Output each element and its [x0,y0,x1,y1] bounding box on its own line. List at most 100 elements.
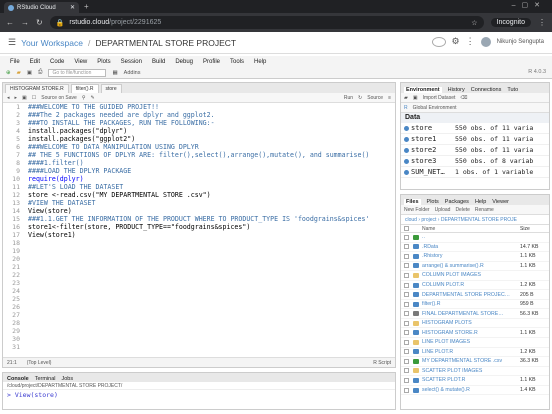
file-row[interactable]: FINAL DEPARTMENTAL STORE… 56.3 KB [401,309,549,319]
save-doc-icon[interactable]: ▣ [22,95,27,101]
file-checkbox[interactable] [404,272,409,278]
file-name[interactable]: COLUMN PLOT.R [422,282,520,288]
file-row[interactable]: HISTOGRAM STORE.R 1.1 KB [401,328,549,339]
file-name[interactable]: SCATTER PLOT.R [422,377,520,383]
file-row[interactable]: MY DEPARTMENTAL STORE .csv 36.3 KB [401,357,549,367]
tab-viewer[interactable]: Viewer [492,199,509,205]
browser-tab[interactable]: RStudio Cloud ✕ [4,2,79,13]
source-on-save-checkbox[interactable]: ☐ [32,95,36,101]
tab-history[interactable]: History [448,87,465,93]
file-row[interactable]: filter().R 959 B [401,300,549,310]
close-tab-icon[interactable]: ✕ [70,4,75,11]
code-line[interactable]: install.packages("ggplot2") [28,135,395,143]
print-icon[interactable]: ⎙ [38,69,42,76]
tab-help[interactable]: Help [475,199,486,205]
menu-edit[interactable]: Edit [30,59,40,65]
code-line[interactable]: View(store1) [28,231,395,239]
save-env-icon[interactable]: ▣ [413,95,418,101]
url-field[interactable]: 🔒 rstudio.cloud/project/2291625 ☆ [49,16,484,29]
code-line[interactable]: ##LET'S LOAD THE DATASET [28,183,395,191]
file-checkbox[interactable] [404,301,409,307]
menu-profile[interactable]: Profile [203,59,220,65]
tab-tutorial[interactable]: Tuto [507,87,518,93]
col-name[interactable]: Name [422,226,520,232]
forward-arrow-icon[interactable]: ▸ [15,95,18,101]
code-line[interactable]: #VIEW THE DATASET [28,199,395,207]
rename-button[interactable]: Rename [475,207,494,213]
env-row[interactable]: store 550 obs. of 11 varia [401,123,549,134]
run-button[interactable]: Run [344,95,353,101]
code-line[interactable]: ####1.filter() [28,159,395,167]
file-name[interactable]: FINAL DEPARTMENTAL STORE… [422,311,520,317]
code-line[interactable]: ###WELCOME TO DATA MANIPULATION USING DP… [28,143,395,151]
select-all-checkbox[interactable] [404,226,409,231]
workspace-link[interactable]: Your Workspace [21,38,83,48]
menu-plots[interactable]: Plots [97,59,110,65]
file-row[interactable]: .Rhistory 1.1 KB [401,252,549,262]
back-icon[interactable]: ← [6,18,14,27]
upload-button[interactable]: Upload [435,207,451,213]
file-name[interactable]: .Rhistory [422,253,520,259]
file-name[interactable]: LINE PLOT IMAGES [422,339,520,345]
outline-icon[interactable]: ≡ [388,95,391,101]
code-line[interactable]: store <-read.csv("MY DEPARTMENTAL STORE … [28,191,395,199]
editor-tab-filter[interactable]: filter().R [70,84,99,93]
file-checkbox[interactable] [404,368,409,374]
file-row[interactable]: DEPARTMENTAL STORE PROJEC… 205 B [401,290,549,300]
file-checkbox[interactable] [404,292,409,298]
file-row[interactable]: COLUMN PLOT IMAGES [401,271,549,281]
menu-tools[interactable]: Tools [230,59,244,65]
tab-plots[interactable]: Plots [427,199,439,205]
addins-menu[interactable]: Addins [124,70,141,76]
file-row[interactable]: LINE PLOT IMAGES [401,338,549,348]
rerun-icon[interactable]: ↻ [358,95,362,101]
file-checkbox[interactable] [404,263,409,269]
file-checkbox[interactable] [404,387,409,393]
file-name[interactable]: .RData [422,244,520,250]
file-name[interactable]: DEPARTMENTAL STORE PROJEC… [422,292,520,298]
scope-label[interactable]: (Top Level) [27,360,52,366]
gear-icon[interactable]: ⚙ [452,36,460,47]
incognito-badge[interactable]: Incognito [490,18,531,27]
menu-build[interactable]: Build [152,59,165,65]
tab-jobs[interactable]: Jobs [62,376,74,382]
go-to-file-input[interactable]: Go to file/function [48,68,107,77]
editor-tab-histogram[interactable]: HISTOGRAM STORE.R [5,84,69,93]
new-folder-button[interactable]: New Folder [404,207,430,213]
open-file-icon[interactable]: ▰ [17,70,21,76]
file-name[interactable]: .. [422,234,520,240]
file-name[interactable]: filter().R [422,301,520,307]
menu-code[interactable]: Code [50,59,64,65]
code-line[interactable]: View(store) [28,207,395,215]
file-checkbox[interactable] [404,244,409,250]
file-checkbox[interactable] [404,330,409,336]
file-name[interactable]: COLUMN PLOT IMAGES [422,272,520,278]
browser-menu-icon[interactable]: ⋮ [538,18,546,27]
file-checkbox[interactable] [404,253,409,259]
file-name[interactable]: HISTOGRAM STORE.R [422,330,520,336]
file-checkbox[interactable] [404,339,409,345]
file-row[interactable]: .RData 14.7 KB [401,243,549,253]
env-row[interactable]: store3 550 obs. of 8 variab [401,156,549,167]
file-checkbox[interactable] [404,320,409,326]
menu-debug[interactable]: Debug [175,59,193,65]
import-dataset-button[interactable]: Import Dataset [423,95,456,101]
new-file-icon[interactable]: ⊕ [6,70,11,76]
forward-icon[interactable]: → [21,18,29,27]
file-row[interactable]: SCATTER PLOT.R 1.1 KB [401,376,549,386]
code-area[interactable]: 1 2 3 4 5 6 7 8 9 10 11 12 13 14 15 16 17 18 19 20 21 22 23 24 2… [3,103,395,357]
file-row[interactable]: LINE PLOT.R 1.2 KB [401,348,549,358]
file-checkbox[interactable] [404,282,409,288]
file-name[interactable]: SCATTER PLOT IMAGES [422,368,520,374]
file-name[interactable]: LINE PLOT.R [422,349,520,355]
menu-view[interactable]: View [74,59,87,65]
new-tab-icon[interactable]: + [84,2,89,11]
dataframe-icon[interactable] [404,158,409,164]
save-icon[interactable]: ▣ [27,70,32,76]
reload-icon[interactable]: ↻ [36,18,43,27]
file-checkbox[interactable] [404,358,409,364]
env-row[interactable]: store2 550 obs. of 11 varia [401,145,549,156]
code-lines[interactable]: ###WELCOME TO THE GUIDED PROJET!! ###The … [23,103,395,357]
env-row[interactable]: SUM_NET… 1 obs. of 1 variable [401,167,549,178]
bookmark-star-icon[interactable]: ☆ [471,19,477,27]
